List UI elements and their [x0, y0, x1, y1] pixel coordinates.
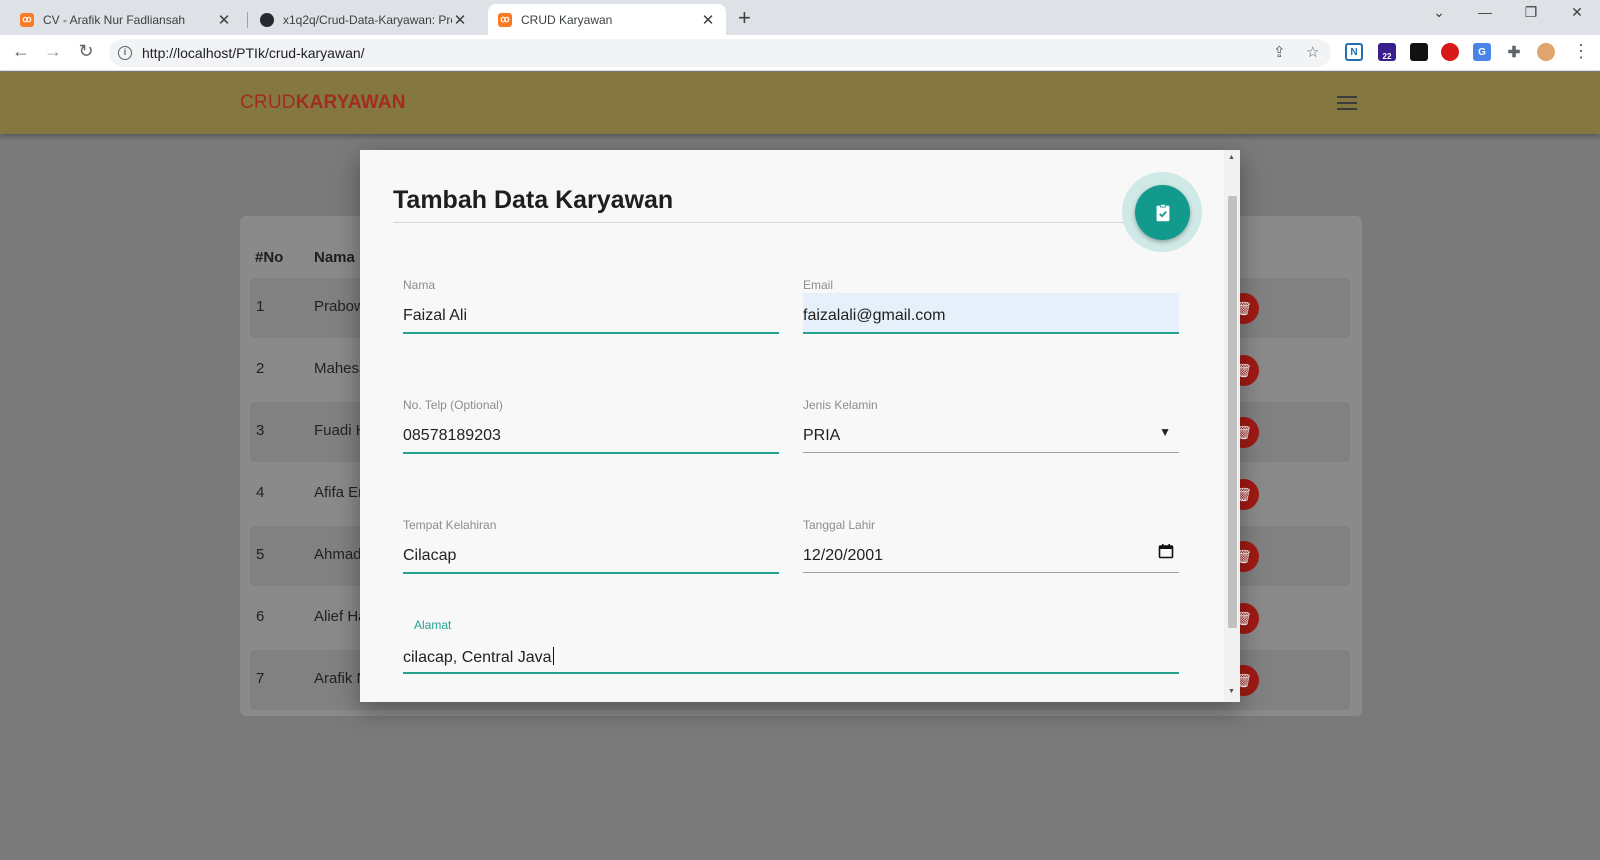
hamburger-menu-icon[interactable] — [1337, 96, 1357, 114]
brand-logo[interactable]: CRUDKARYAWAN — [240, 92, 406, 114]
cell-nama: Alief Ha — [314, 608, 367, 625]
email-label: Email — [803, 278, 834, 292]
menu-kebab-icon[interactable]: ⋮ — [1570, 41, 1592, 62]
xampp-icon: ꝏ — [20, 12, 34, 27]
extension-badge: 22 — [1382, 51, 1392, 61]
minimize-icon[interactable]: — — [1475, 4, 1495, 20]
black-box-icon[interactable] — [1410, 43, 1428, 61]
submit-button[interactable] — [1135, 185, 1190, 240]
close-tab-icon[interactable]: ✕ — [452, 11, 468, 29]
alamat-input[interactable]: cilacap, Central Java — [403, 647, 554, 667]
nama-label: Nama — [403, 278, 436, 292]
browser-tab-github[interactable]: x1q2q/Crud-Data-Karyawan: Pro ✕ — [250, 4, 478, 35]
restore-icon[interactable]: ❐ — [1521, 4, 1541, 21]
tab-separator — [247, 12, 248, 28]
tab-search-icon[interactable]: ⌄ — [1429, 4, 1449, 21]
jenis-kelamin-value[interactable]: PRIA — [803, 427, 840, 445]
clipboard-check-icon — [1156, 203, 1169, 221]
telp-label: No. Telp (Optional) — [403, 398, 503, 412]
cell-no: 3 — [256, 422, 265, 439]
jenis-kelamin-label: Jenis Kelamin — [803, 398, 878, 412]
close-window-icon[interactable]: ✕ — [1567, 4, 1587, 21]
site-info-icon[interactable]: i — [118, 46, 132, 60]
cell-no: 6 — [256, 608, 265, 625]
translate-icon[interactable]: G — [1473, 43, 1491, 61]
jenis-kelamin-underline — [803, 452, 1179, 453]
modal-divider — [393, 222, 1193, 223]
cell-no: 2 — [256, 360, 265, 377]
red-circle-icon[interactable] — [1441, 43, 1459, 61]
brand-suffix: KARYAWAN — [295, 92, 406, 113]
cell-nama: Ahmad — [314, 546, 362, 563]
profile-avatar-icon[interactable] — [1537, 43, 1555, 61]
tanggal-input[interactable]: 12/20/2001 — [803, 547, 883, 565]
cell-nama: Prabow — [314, 298, 365, 315]
browser-tab-bar: ꝏ CV - Arafik Nur Fadliansah ✕ x1q2q/Cru… — [0, 0, 1600, 35]
tanggal-label: Tanggal Lahir — [803, 518, 876, 532]
alamat-label: Alamat — [414, 618, 452, 632]
browser-tab-cv[interactable]: ꝏ CV - Arafik Nur Fadliansah ✕ — [10, 4, 242, 35]
close-tab-icon[interactable]: ✕ — [700, 11, 716, 29]
close-tab-icon[interactable]: ✕ — [216, 11, 232, 29]
calendar-icon[interactable] — [1158, 543, 1174, 559]
email-underline — [803, 332, 1179, 334]
github-icon — [260, 12, 274, 27]
scroll-up-arrow-icon[interactable]: ▲ — [1228, 154, 1235, 161]
dropdown-arrow-icon[interactable]: ▼ — [1159, 425, 1171, 439]
tab-title: CRUD Karyawan — [521, 12, 613, 27]
scroll-down-arrow-icon[interactable]: ▼ — [1228, 688, 1235, 695]
bookmark-star-icon[interactable]: ☆ — [1306, 43, 1319, 61]
telp-input[interactable]: 08578189203 — [403, 427, 501, 445]
url-text[interactable]: http://localhost/PTIk/crud-karyawan/ — [142, 45, 365, 61]
tanggal-underline — [803, 572, 1179, 573]
puzzle-icon[interactable]: ✚ — [1505, 43, 1523, 61]
modal-scrollbar[interactable]: ▲ ▼ — [1224, 150, 1240, 702]
add-employee-modal: Tambah Data Karyawan Nama Faizal Ali Ema… — [360, 150, 1240, 702]
forward-icon[interactable]: → — [42, 41, 64, 62]
nama-underline — [403, 332, 779, 334]
new-tab-button[interactable]: + — [738, 5, 751, 31]
share-icon[interactable]: ⇪ — [1273, 43, 1286, 61]
email-input[interactable]: faizalali@gmail.com — [803, 307, 946, 325]
cell-nama: Fuadi H — [314, 422, 367, 439]
address-bar[interactable]: i http://localhost/PTIk/crud-karyawan/ ⇪… — [109, 39, 1331, 67]
n-icon[interactable]: N — [1345, 43, 1363, 61]
back-icon[interactable]: ← — [10, 41, 32, 62]
cell-no: 7 — [256, 670, 265, 687]
cell-no: 4 — [256, 484, 265, 501]
tempat-underline — [403, 572, 779, 574]
tempat-label: Tempat Kelahiran — [403, 518, 497, 532]
tempat-input[interactable]: Cilacap — [403, 547, 456, 565]
brand-prefix: CRUD — [240, 92, 296, 113]
graduation-cap-icon[interactable]: 22 — [1378, 43, 1396, 61]
browser-tab-crud[interactable]: ꝏ CRUD Karyawan ✕ — [488, 4, 726, 35]
text-cursor — [552, 647, 554, 665]
reload-icon[interactable]: ↻ — [75, 41, 97, 62]
alamat-value: cilacap, Central Java — [403, 649, 552, 666]
telp-underline — [403, 452, 779, 454]
column-header-no: #No — [255, 249, 284, 266]
tab-title: CV - Arafik Nur Fadliansah — [43, 12, 186, 27]
page-content: CRUDKARYAWAN #No Nama 1 Prabow ◉ 🗑 2 Mah… — [0, 72, 1600, 860]
alamat-underline — [403, 672, 1179, 674]
browser-toolbar: ← → ↻ i http://localhost/PTIk/crud-karya… — [0, 35, 1600, 71]
scrollbar-thumb[interactable] — [1228, 196, 1237, 628]
column-header-nama: Nama — [314, 249, 355, 266]
cell-nama: Afifa Er — [314, 484, 364, 501]
cell-no: 5 — [256, 546, 265, 563]
tab-title: x1q2q/Crud-Data-Karyawan: Pro — [283, 12, 452, 27]
cell-no: 1 — [256, 298, 265, 315]
app-navbar: CRUDKARYAWAN — [0, 72, 1600, 134]
xampp-icon: ꝏ — [498, 12, 512, 27]
nama-input[interactable]: Faizal Ali — [403, 307, 467, 325]
modal-title: Tambah Data Karyawan — [393, 186, 674, 214]
